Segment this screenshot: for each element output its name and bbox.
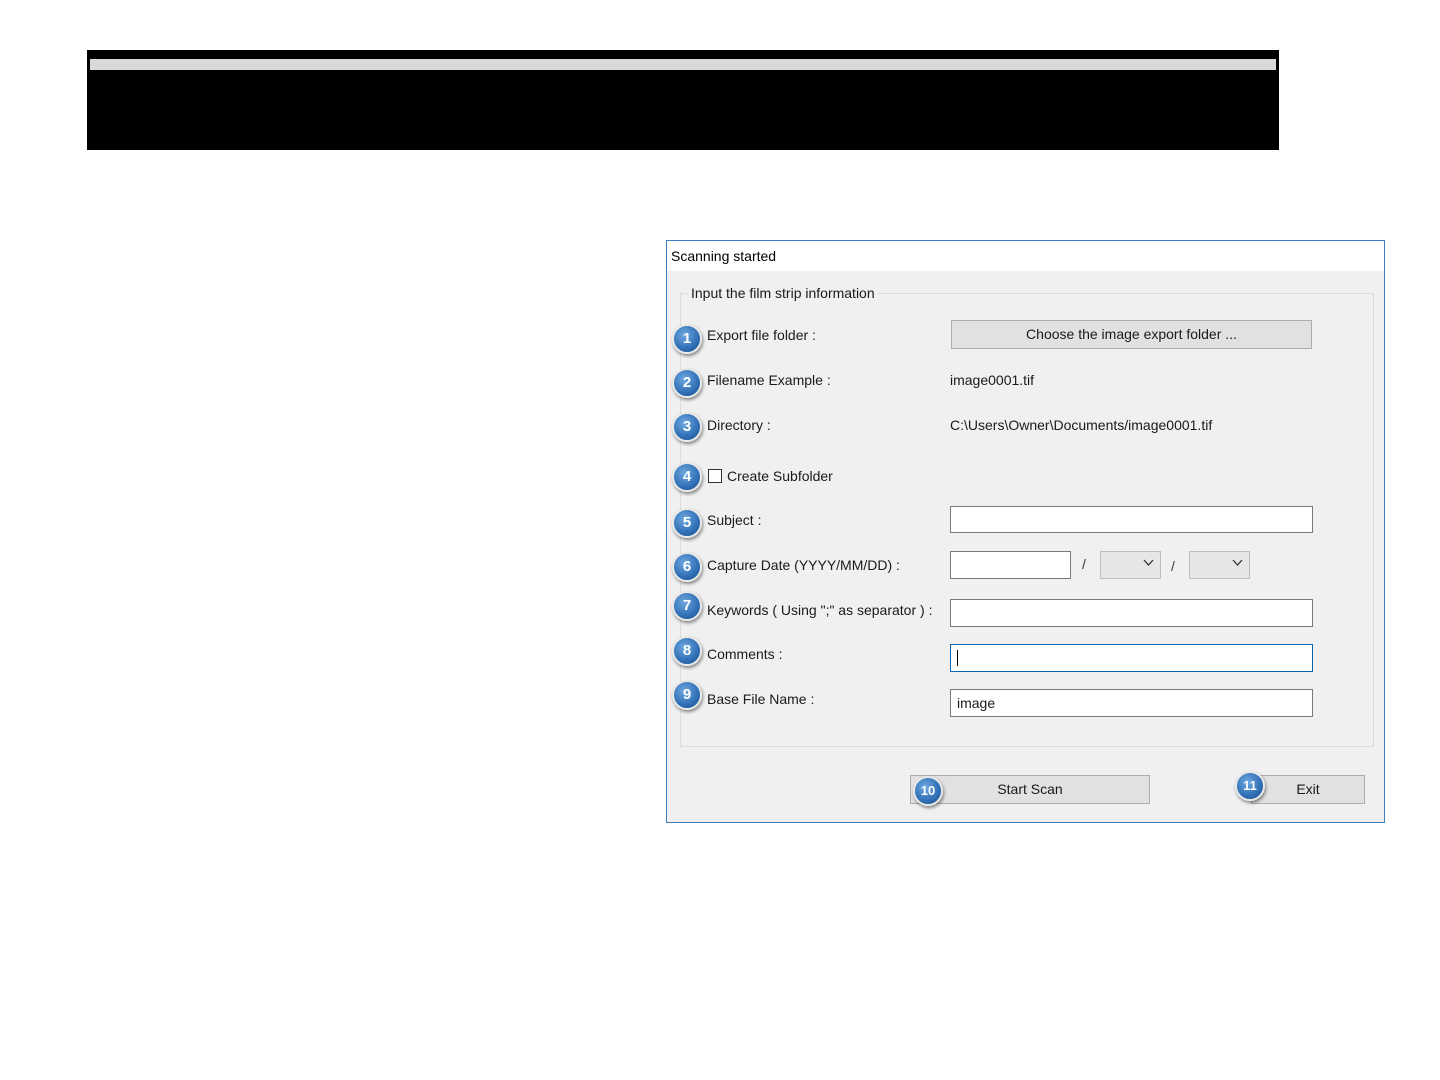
scan-dialog: Scanning started Input the film strip in…: [666, 240, 1385, 823]
step-badge-8: 8: [672, 636, 702, 666]
comments-label: Comments :: [707, 646, 783, 662]
start-scan-button[interactable]: Start Scan: [910, 775, 1150, 804]
keywords-label: Keywords ( Using ";" as separator ) :: [707, 602, 933, 618]
base-file-name-label: Base File Name :: [707, 691, 815, 707]
dialog-title: Scanning started: [671, 248, 777, 264]
comments-input[interactable]: [950, 644, 1313, 672]
dialog-title-bar: Scanning started: [667, 241, 1384, 271]
capture-month-select[interactable]: [1100, 551, 1161, 579]
chevron-down-icon: [1143, 559, 1154, 566]
date-separator: /: [1171, 558, 1175, 574]
filename-example-value: image0001.tif: [950, 372, 1035, 388]
step-badge-7: 7: [672, 591, 702, 621]
step-badge-4: 4: [672, 462, 702, 492]
step-badge-3: 3: [672, 412, 702, 442]
header-banner: [87, 50, 1279, 150]
text-cursor: [957, 650, 958, 666]
date-separator: /: [1082, 556, 1086, 572]
keywords-input[interactable]: [950, 599, 1313, 627]
step-badge-10: 10: [913, 776, 943, 806]
create-subfolder-checkbox[interactable]: [708, 469, 722, 483]
subject-label: Subject :: [707, 512, 762, 528]
step-badge-6: 6: [672, 552, 702, 582]
step-badge-2: 2: [672, 368, 702, 398]
choose-export-folder-button[interactable]: Choose the image export folder ...: [951, 320, 1312, 349]
groupbox-title: Input the film strip information: [688, 285, 878, 301]
directory-label: Directory :: [707, 417, 771, 433]
create-subfolder-label[interactable]: Create Subfolder: [727, 468, 833, 484]
filename-example-label: Filename Example :: [707, 372, 831, 388]
directory-value: C:\Users\Owner\Documents/image0001.tif: [950, 417, 1213, 433]
capture-day-select[interactable]: [1189, 551, 1250, 579]
step-badge-5: 5: [672, 508, 702, 538]
step-badge-9: 9: [672, 680, 702, 710]
capture-date-label: Capture Date (YYYY/MM/DD) :: [707, 557, 900, 573]
exit-button[interactable]: Exit: [1251, 775, 1365, 804]
banner-stripe: [90, 59, 1276, 70]
capture-year-input[interactable]: [950, 551, 1071, 579]
subject-input[interactable]: [950, 506, 1313, 533]
base-file-name-input[interactable]: [950, 689, 1313, 717]
step-badge-1: 1: [672, 324, 702, 354]
step-badge-11: 11: [1235, 771, 1265, 801]
export-folder-label: Export file folder :: [707, 327, 816, 343]
chevron-down-icon: [1232, 559, 1243, 566]
